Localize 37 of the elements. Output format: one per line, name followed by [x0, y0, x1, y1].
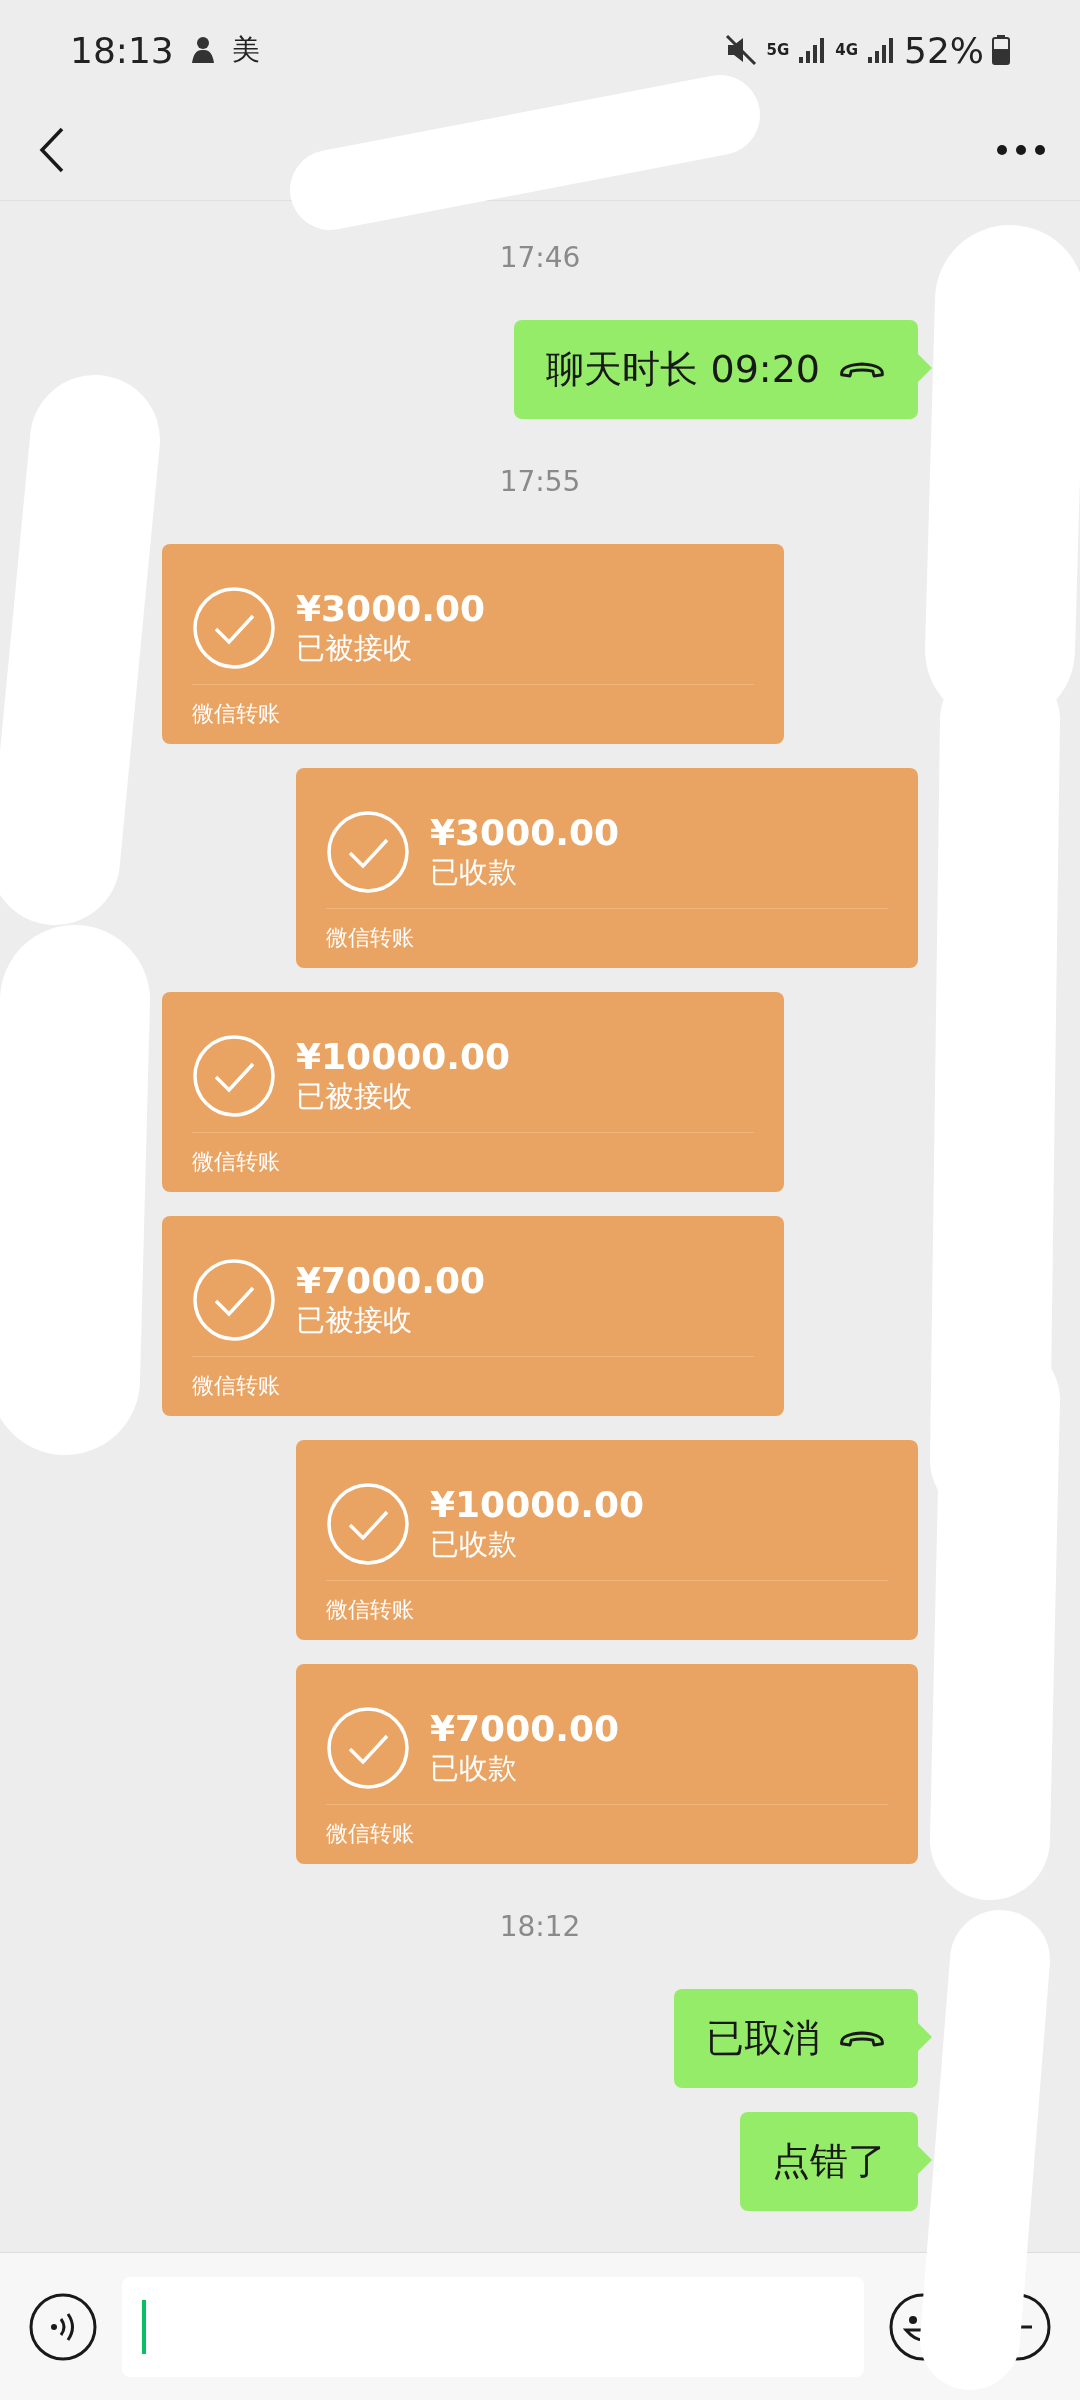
transfer-amount: ¥7000.00 [296, 1259, 486, 1301]
transfer-status: 已收款 [430, 1749, 518, 1787]
transfer-status: 已被接收 [296, 1301, 413, 1339]
transfer-label: 微信转账 [192, 700, 281, 728]
transfer-amount: ¥10000.00 [430, 1483, 645, 1525]
transfer-status: 已被接收 [296, 1077, 413, 1115]
clock-time: 18:13 [70, 29, 174, 71]
transfer-card[interactable]: ¥7000.00 已被接收 微信转账 [162, 1216, 784, 1416]
network-label: 4G [835, 42, 858, 58]
message-timestamp: 17:46 [499, 240, 581, 276]
network-label: 5G [766, 42, 790, 58]
call-message-bubble[interactable]: 已取消 [674, 1989, 918, 2088]
call-message-text: 已取消 [706, 2015, 820, 2062]
transfer-amount: ¥3000.00 [296, 587, 486, 629]
message-timestamp: 18:12 [499, 1909, 581, 1945]
transfer-status: 已被接收 [296, 629, 413, 667]
call-message-text: 聊天时长 09:20 [546, 346, 820, 393]
transfer-card[interactable]: ¥7000.00 已收款 微信转账 [296, 1664, 918, 1864]
transfer-label: 微信转账 [326, 1596, 415, 1624]
transfer-amount: ¥7000.00 [430, 1707, 620, 1749]
transfer-card[interactable]: ¥10000.00 已收款 微信转账 [296, 1440, 918, 1640]
message-bubble[interactable]: 点错了 [740, 2112, 918, 2211]
message-timestamp: 17:55 [499, 464, 581, 500]
transfer-card[interactable]: ¥3000.00 已收款 微信转账 [296, 768, 918, 968]
transfer-amount: ¥10000.00 [296, 1035, 511, 1077]
transfer-card[interactable]: ¥10000.00 已被接收 微信转账 [162, 992, 784, 1192]
transfer-status: 已收款 [430, 853, 518, 891]
status-label: 美 [231, 32, 260, 68]
transfer-status: 已收款 [430, 1525, 518, 1563]
transfer-amount: ¥3000.00 [430, 811, 620, 853]
transfer-label: 微信转账 [192, 1148, 281, 1176]
transfer-label: 微信转账 [326, 1820, 415, 1848]
call-message-bubble[interactable]: 聊天时长 09:20 [514, 320, 918, 419]
battery-percent: 52% [904, 29, 984, 71]
transfer-card[interactable]: ¥3000.00 已被接收 微信转账 [162, 544, 784, 744]
transfer-label: 微信转账 [326, 924, 415, 952]
transfer-label: 微信转账 [192, 1372, 281, 1400]
